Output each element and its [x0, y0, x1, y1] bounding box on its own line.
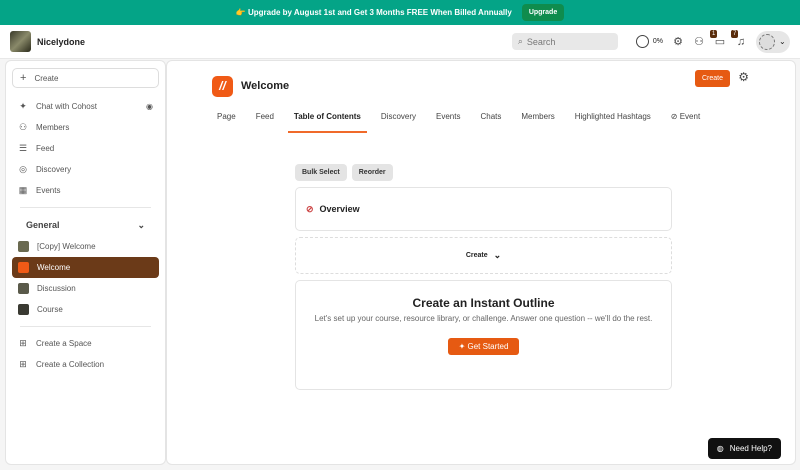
search-input[interactable]: ⌕ Search [511, 33, 618, 50]
eye-off-icon: ⊘ [306, 203, 314, 214]
compass-icon: ◎ [19, 164, 27, 174]
eye-icon[interactable]: ◉ [146, 102, 153, 111]
outline-description: Let's set up your course, resource libra… [314, 314, 653, 323]
community-name[interactable]: Nicelydone [37, 37, 85, 47]
main-panel: // Welcome Create ⚙ Page Feed Table of Co… [166, 60, 796, 465]
avatar [759, 33, 775, 50]
tab-discovery[interactable]: Discovery [375, 108, 422, 133]
plus-square-icon: ⊞ [19, 359, 27, 369]
chevron-down-icon: ⌄ [493, 250, 502, 260]
need-help-button[interactable]: ◍ Need Help? [707, 438, 781, 459]
tab-page[interactable]: Page [211, 108, 242, 133]
space-thumbnail [18, 283, 29, 294]
plus-square-icon: ⊞ [19, 338, 27, 348]
space-logo: // [212, 75, 233, 97]
search-icon: ⌕ [517, 36, 523, 46]
tab-chats[interactable]: Chats [474, 108, 507, 133]
sidebar: + Create ✦ Chat with Cohost ◉ ⚇ Members ☰ Fee… [5, 60, 166, 465]
gear-icon[interactable]: ⚙ [738, 70, 749, 84]
plus-icon: + [20, 72, 27, 84]
sparkle-icon: ✦ [19, 101, 27, 111]
settings-badge-icon[interactable]: ⚙ [672, 36, 684, 48]
lifebuoy-icon: ◍ [716, 444, 724, 453]
tab-events[interactable]: Events [430, 108, 466, 133]
space-thumbnail [18, 262, 29, 273]
chat-badge: 1 [710, 29, 718, 38]
add-member-icon[interactable]: ⚇ [693, 36, 705, 48]
chevron-down-icon: ⌄ [137, 219, 145, 230]
space-copy-welcome[interactable]: [Copy] Welcome [12, 236, 159, 257]
page-title: Welcome [241, 80, 290, 92]
sidebar-item-discovery[interactable]: ◎ Discovery [12, 159, 159, 180]
overview-item[interactable]: ⊘ Overview [295, 187, 672, 231]
create-dropdown[interactable]: Create ⌄ [295, 237, 672, 274]
community-logo[interactable] [10, 31, 31, 52]
tab-feed[interactable]: Feed [250, 108, 280, 133]
space-thumbnail [18, 241, 29, 252]
progress-ring-icon [635, 35, 649, 48]
space-thumbnail [18, 304, 29, 315]
tab-event[interactable]: ⊘ Event [665, 108, 706, 133]
divider [20, 326, 151, 327]
sparkle-icon: ✦ [458, 342, 466, 351]
create-collection[interactable]: ⊞ Create a Collection [12, 354, 159, 375]
create-space[interactable]: ⊞ Create a Space [12, 333, 159, 354]
space-course[interactable]: Course [12, 299, 159, 320]
members-icon: ⚇ [18, 122, 28, 132]
tab-highlighted-hashtags[interactable]: Highlighted Hashtags [569, 108, 657, 133]
user-menu[interactable]: ⌄ [756, 30, 790, 53]
banner-text: 👉 Upgrade by August 1st and Get 3 Months… [235, 8, 512, 17]
topbar: Nicelydone ⌕ Search 0% ⚙ ⚇ ▭ 1 ♫ 7 ⌄ [0, 25, 800, 59]
outline-title: Create an Instant Outline [412, 296, 555, 310]
section-general[interactable]: General ⌄ [12, 214, 159, 236]
divider [20, 207, 151, 208]
space-discussion[interactable]: Discussion [12, 278, 159, 299]
tabs: Page Feed Table of Contents Discovery Ev… [167, 108, 795, 133]
feed-icon: ☰ [18, 143, 28, 153]
bell-icon[interactable]: ♫ 7 [731, 29, 747, 48]
bulk-select-button[interactable]: Bulk Select [295, 164, 347, 181]
progress-indicator[interactable]: 0% [635, 35, 663, 48]
chat-icon[interactable]: ▭ 1 [710, 29, 726, 48]
upgrade-button[interactable]: Upgrade [521, 4, 565, 21]
sidebar-item-feed[interactable]: ☰ Feed [12, 138, 159, 159]
tab-table-of-contents[interactable]: Table of Contents [287, 108, 367, 133]
create-button[interactable]: + Create [12, 68, 159, 88]
sidebar-item-members[interactable]: ⚇ Members [12, 117, 159, 138]
get-started-button[interactable]: ✦ Get Started [447, 338, 520, 355]
chevron-down-icon: ⌄ [779, 37, 786, 46]
sidebar-item-chat[interactable]: ✦ Chat with Cohost ◉ [12, 96, 159, 117]
instant-outline-card: Create an Instant Outline Let's set up y… [295, 280, 672, 390]
reorder-button[interactable]: Reorder [351, 164, 393, 181]
eye-off-icon: ⊘ [670, 112, 678, 121]
sidebar-item-events[interactable]: ▦ Events [12, 180, 159, 201]
upgrade-banner: 👉 Upgrade by August 1st and Get 3 Months… [0, 0, 800, 25]
calendar-icon: ▦ [18, 185, 28, 195]
space-welcome[interactable]: Welcome [12, 257, 159, 278]
create-button[interactable]: Create [694, 70, 730, 87]
tab-members[interactable]: Members [515, 108, 560, 133]
notification-badge: 7 [731, 29, 739, 38]
